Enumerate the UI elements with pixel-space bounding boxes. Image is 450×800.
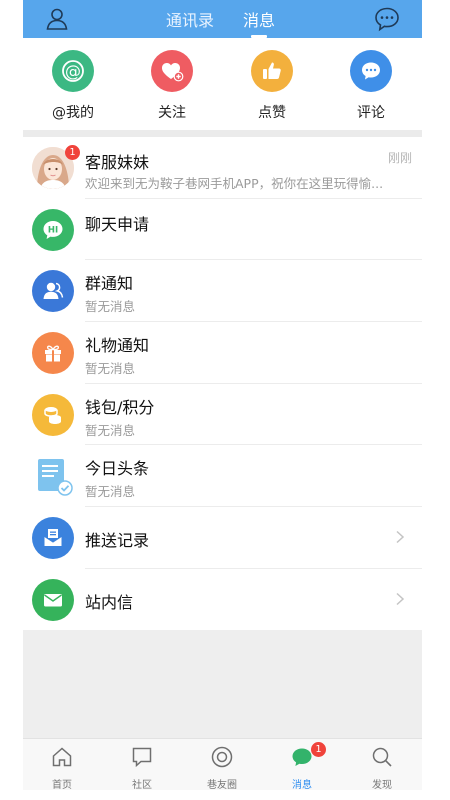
list-item-subtitle: 暂无消息 [85,299,136,315]
list-item-site-mail[interactable]: 站内信 [23,569,422,631]
tab-messages[interactable]: 消息 [243,7,275,31]
nav-label: 巷友圈 [207,780,237,791]
empty-area [23,630,422,738]
thumbs-up-icon [251,50,293,92]
list-item-title: 客服妹妹 [85,153,150,172]
chevron-right-icon [396,531,405,544]
nav-unread-badge: 1 [311,742,326,757]
comment-icon [350,50,392,92]
hi-chat-icon: HI [32,208,74,251]
nav-item-home[interactable]: 首页 [32,745,92,791]
nav-label: 首页 [52,780,72,791]
chat-bubble-icon[interactable] [373,5,401,33]
list-item-chat-request[interactable]: HI 聊天申请 [23,199,422,261]
bottom-nav: 首页 社区 巷友圈 1 消息 发现 [23,738,422,791]
envelope-tray-icon [32,517,74,560]
list-item-title: 站内信 [85,592,134,612]
nav-item-circle[interactable]: 巷友圈 [192,745,252,791]
home-icon [52,747,72,767]
list-item-gift-notice[interactable]: 礼物通知 暂无消息 [23,322,422,384]
list-item-title: 钱包/积分 [85,397,155,417]
list-item-wallet[interactable]: 钱包/积分 暂无消息 [23,384,422,446]
list-item-subtitle: 欢迎来到无为鞍子巷网手机APP，祝你在这里玩得愉... [85,176,384,191]
list-item-title: 今日头条 [85,459,150,479]
nav-item-discover[interactable]: 发现 [352,745,412,791]
nav-item-community[interactable]: 社区 [112,745,172,791]
messages-screen: 通讯录 消息 @ @我的 关注 点赞 评论 1 客服妹妹 刚刚 欢迎来到无为鞍子… [23,0,422,800]
quick-item-likes[interactable]: 点赞 [232,50,312,122]
list-item-subtitle: 暂无消息 [85,422,136,438]
nav-label: 消息 [292,780,312,791]
message-list: 1 客服妹妹 刚刚 欢迎来到无为鞍子巷网手机APP，祝你在这里玩得愉... HI… [23,137,422,631]
quick-label: 关注 [158,105,186,121]
quick-item-mentions[interactable]: @ @我的 [33,50,113,122]
svg-text:@: @ [65,62,81,81]
chat-square-icon [132,747,152,768]
list-item-subtitle: 暂无消息 [85,361,136,377]
coins-icon [32,393,74,436]
quick-categories: @ @我的 关注 点赞 评论 [23,38,422,130]
group-icon [32,270,74,313]
quick-item-comments[interactable]: 评论 [331,50,411,122]
gift-icon [32,332,74,375]
list-item-title: 聊天申请 [85,214,150,234]
section-divider [23,130,422,137]
heart-plus-icon [151,50,193,92]
search-icon [372,747,392,767]
quick-item-follow[interactable]: 关注 [132,50,212,122]
list-item-customer-service[interactable]: 1 客服妹妹 刚刚 欢迎来到无为鞍子巷网手机APP，祝你在这里玩得愉... [23,137,422,199]
svg-text:HI: HI [48,225,58,235]
tab-contacts[interactable]: 通讯录 [166,7,214,31]
nav-item-messages[interactable]: 1 消息 [272,742,332,791]
list-item-headlines[interactable]: 今日头条 暂无消息 [23,445,422,508]
compass-icon [211,746,233,768]
quick-label: @我的 [52,105,94,121]
nav-label: 发现 [372,780,392,791]
list-item-title: 推送记录 [85,531,150,551]
list-item-push-history[interactable]: 推送记录 [23,507,422,569]
quick-label: 点赞 [258,105,286,121]
timestamp: 刚刚 [387,151,412,165]
document-check-icon [32,455,74,497]
chevron-right-icon [396,592,405,605]
nav-label: 社区 [132,780,152,791]
at-icon: @ [52,50,94,92]
quick-label: 评论 [357,105,385,121]
list-item-group-notice[interactable]: 群通知 暂无消息 [23,260,422,323]
mail-icon [32,578,74,621]
top-header: 通讯录 消息 [23,0,422,38]
list-item-title: 群通知 [85,274,134,294]
unread-badge: 1 [65,145,80,160]
list-item-title: 礼物通知 [85,336,150,356]
list-item-subtitle: 暂无消息 [85,484,136,500]
